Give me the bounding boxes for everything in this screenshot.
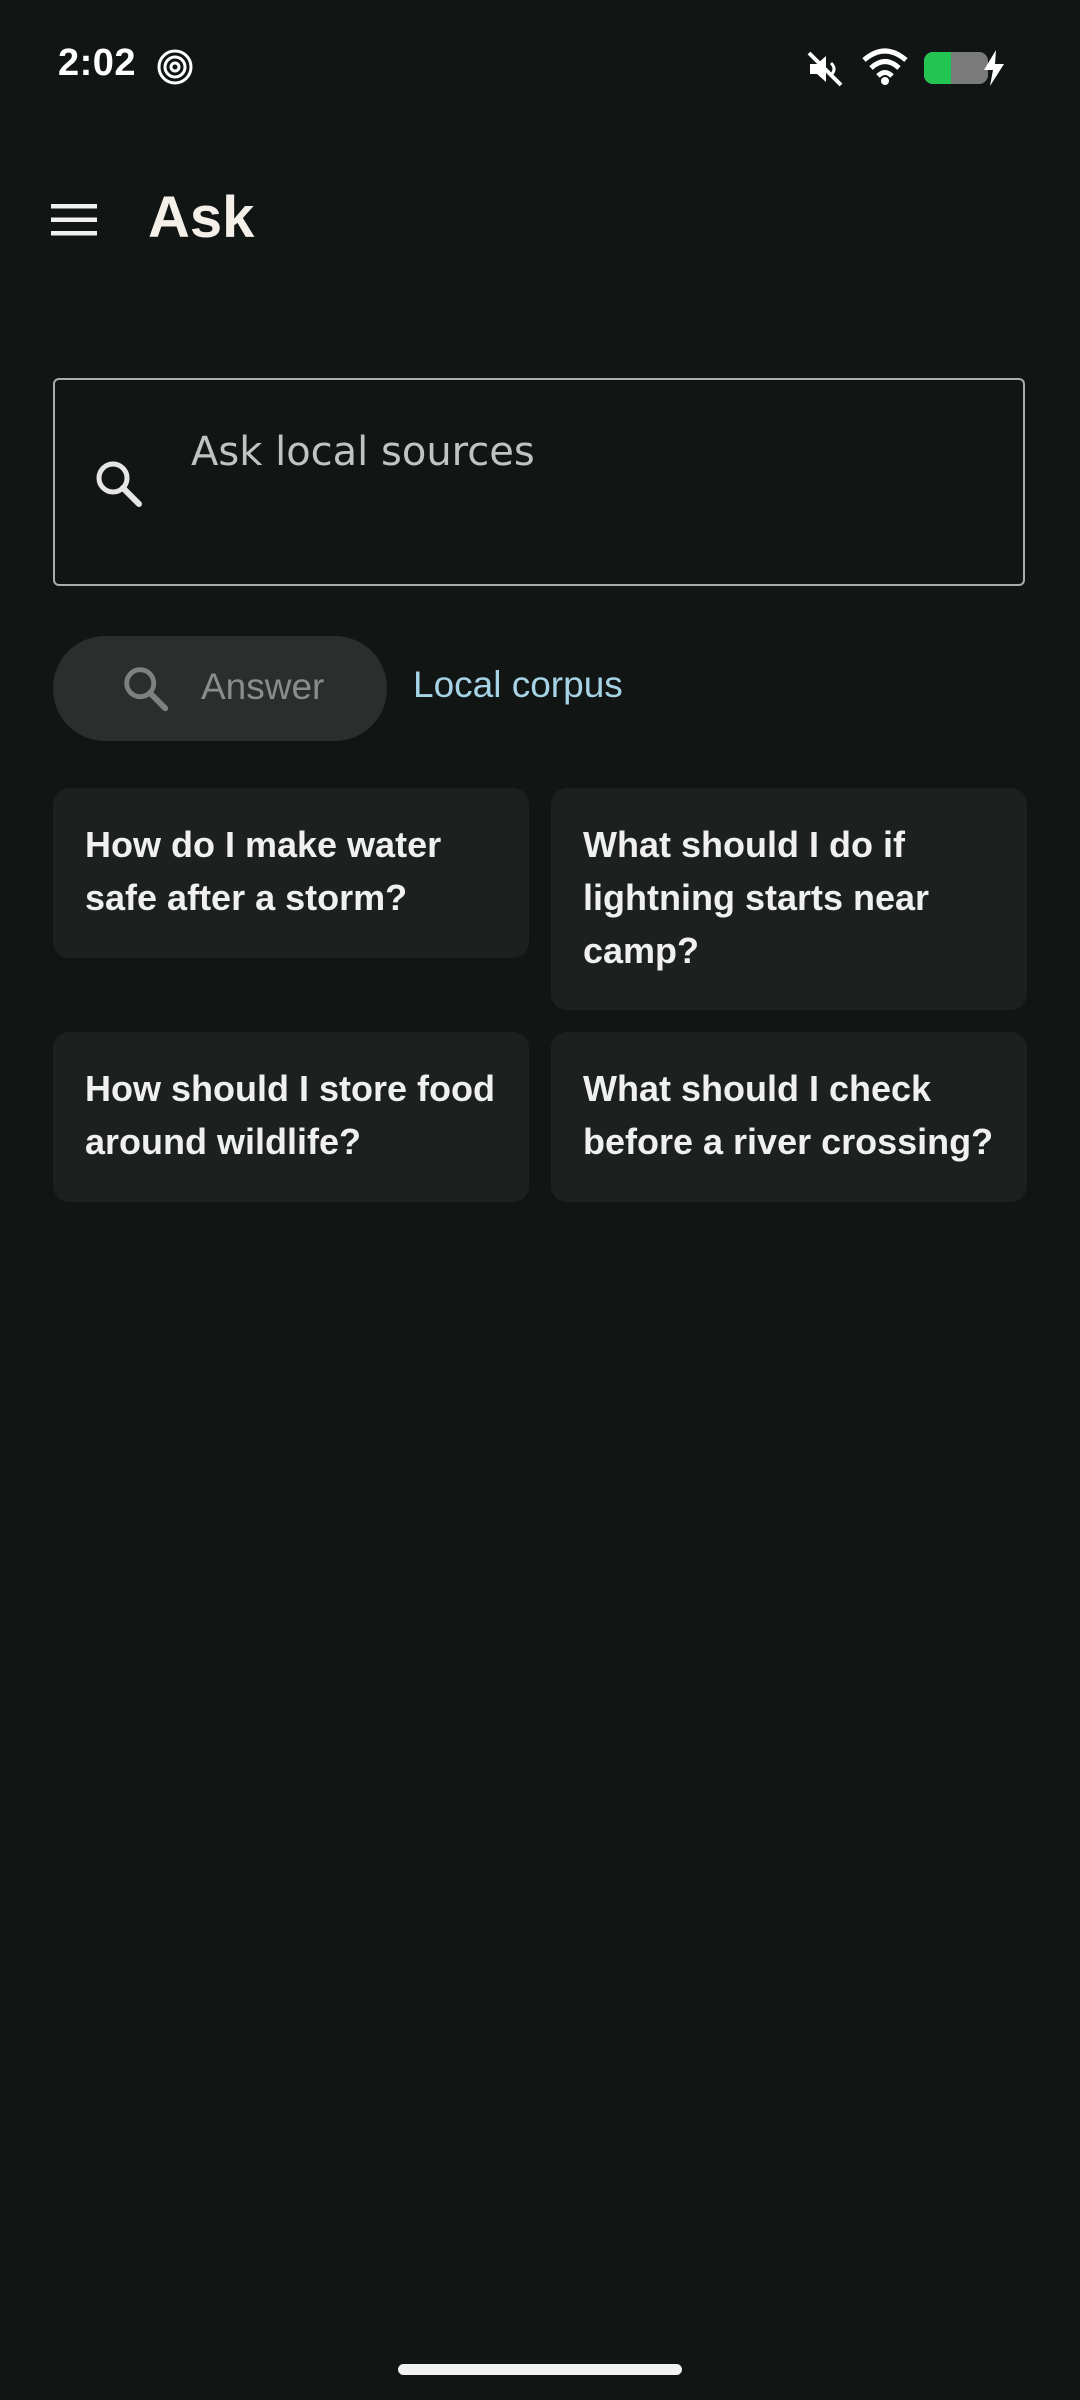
suggestion-card[interactable]: What should I do if lightning starts nea… (551, 788, 1027, 1010)
suggestion-card[interactable]: How do I make water safe after a storm? (53, 788, 529, 958)
hamburger-menu-icon (51, 204, 97, 236)
suggestion-text: How do I make water safe after a storm? (85, 824, 442, 918)
suggestion-card[interactable]: How should I store food around wildlife? (53, 1032, 529, 1202)
app-bar: Ask (0, 168, 1080, 272)
status-time: 2:02 (58, 42, 137, 84)
menu-button[interactable] (38, 188, 110, 252)
gesture-navigation-bar[interactable] (398, 2364, 682, 2375)
search-icon (124, 667, 169, 712)
answer-button[interactable]: Answer (53, 636, 387, 741)
battery-icon (924, 52, 990, 84)
page-title: Ask (148, 185, 255, 250)
search-icon (96, 461, 142, 507)
suggestion-text: What should I do if lightning starts nea… (583, 824, 930, 971)
status-bar: 2:02 (0, 0, 1080, 132)
battery-level-fill (924, 52, 951, 84)
mute-icon (807, 51, 843, 87)
charging-bolt-icon (984, 50, 1004, 86)
search-field[interactable] (53, 378, 1025, 586)
suggestion-card[interactable]: What should I check before a river cross… (551, 1032, 1027, 1202)
local-corpus-link[interactable]: Local corpus (413, 664, 623, 706)
suggestion-text: How should I store food around wildlife? (85, 1068, 495, 1162)
focus-spiral-icon (157, 49, 193, 85)
wifi-icon (862, 48, 908, 85)
suggestion-text: What should I check before a river cross… (583, 1068, 994, 1162)
search-input[interactable] (191, 420, 991, 484)
answer-button-label: Answer (201, 666, 325, 707)
